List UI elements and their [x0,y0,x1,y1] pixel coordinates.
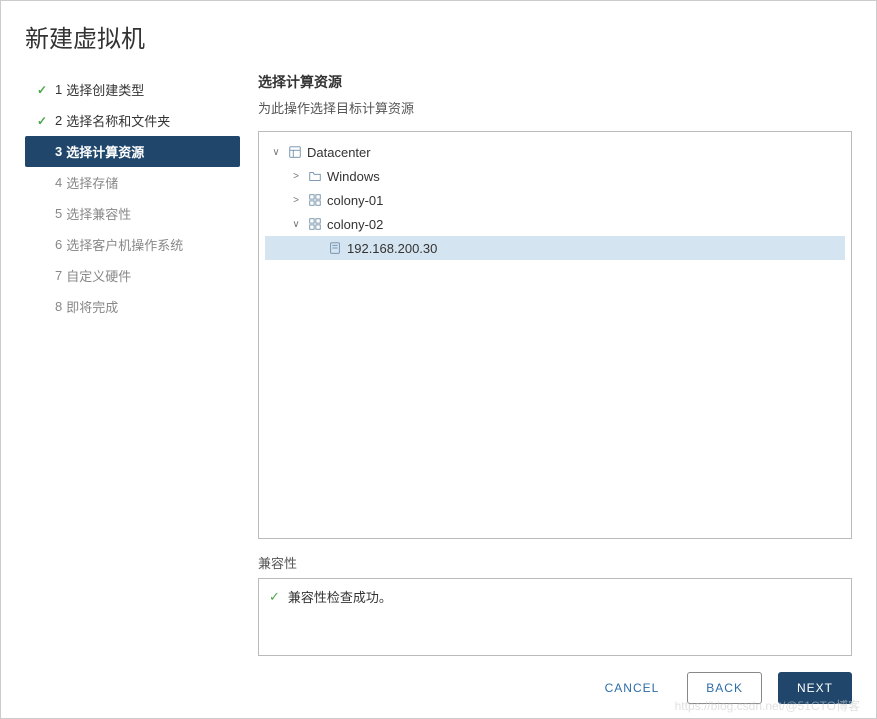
tree-node-host[interactable]: 192.168.200.30 [265,236,845,260]
tree-node-win[interactable]: > Windows [265,164,845,188]
tree-node-dc[interactable]: ∨ Datacenter [265,140,845,164]
wizard-step-1[interactable]: ✓ 1 选择创建类型 [25,74,240,105]
tree-node-label: 192.168.200.30 [347,241,437,256]
step-number: 2 [55,113,62,128]
wizard-step-5: ✓5选择兼容性 [25,198,240,229]
compatibility-result: ✓ 兼容性检查成功。 [269,587,392,606]
chevron-down-icon[interactable]: ∨ [269,147,283,158]
wizard-step-2[interactable]: ✓ 2 选择名称和文件夹 [25,105,240,136]
step-number: 7 [55,268,62,283]
step-label: 选择客户机操作系统 [66,235,183,254]
wizard-step-3[interactable]: ✓3选择计算资源 [25,136,240,167]
compatibility-title: 兼容性 [258,553,852,572]
compatibility-section: 兼容性 ✓ 兼容性检查成功。 [258,553,852,656]
wizard-step-7: ✓7自定义硬件 [25,260,240,291]
step-label: 选择兼容性 [66,204,131,223]
check-icon: ✓ [269,589,280,605]
host-icon [327,240,343,256]
dialog-title: 新建虚拟机 [1,1,876,66]
tree-node-c01[interactable]: > colony-01 [265,188,845,212]
chevron-right-icon[interactable]: > [289,195,303,206]
back-button[interactable]: BACK [687,672,762,704]
tree-node-label: colony-02 [327,217,383,232]
cancel-button[interactable]: CANCEL [593,673,672,703]
step-number: 6 [55,237,62,252]
check-icon: ✓ [35,83,49,97]
wizard-step-6: ✓6选择客户机操作系统 [25,229,240,260]
step-number: 3 [55,144,62,159]
new-vm-dialog: 新建虚拟机 ✓1选择创建类型✓2选择名称和文件夹✓3选择计算资源✓4选择存储✓5… [0,0,877,719]
wizard-step-4: ✓4选择存储 [25,167,240,198]
check-icon: ✓ [35,114,49,128]
dialog-footer: CANCEL BACK NEXT [1,656,876,718]
step-number: 8 [55,299,62,314]
step-label: 自定义硬件 [66,266,131,285]
tree-node-label: Windows [327,169,380,184]
wizard-steps: ✓1选择创建类型✓2选择名称和文件夹✓3选择计算资源✓4选择存储✓5选择兼容性✓… [25,66,240,656]
next-button[interactable]: NEXT [778,672,852,704]
panel-title: 选择计算资源 [258,72,852,92]
step-number: 1 [55,82,62,97]
cluster-icon [307,192,323,208]
folder-icon [307,168,323,184]
step-label: 选择存储 [66,173,118,192]
tree-node-label: Datacenter [307,145,371,160]
cluster-icon [307,216,323,232]
datacenter-icon [287,144,303,160]
step-number: 4 [55,175,62,190]
panel-subtitle: 为此操作选择目标计算资源 [258,98,852,117]
dialog-body: ✓1选择创建类型✓2选择名称和文件夹✓3选择计算资源✓4选择存储✓5选择兼容性✓… [1,66,876,656]
compatibility-message: 兼容性检查成功。 [288,587,392,606]
tree-node-c02[interactable]: ∨ colony-02 [265,212,845,236]
chevron-right-icon[interactable]: > [289,171,303,182]
step-label: 选择创建类型 [66,80,144,99]
step-label: 选择名称和文件夹 [66,111,170,130]
panel: 选择计算资源 为此操作选择目标计算资源 ∨Datacenter>Windows>… [240,66,852,656]
step-label: 选择计算资源 [66,142,144,161]
step-number: 5 [55,206,62,221]
tree-node-label: colony-01 [327,193,383,208]
chevron-down-icon[interactable]: ∨ [289,219,303,230]
wizard-step-8: ✓8即将完成 [25,291,240,322]
resource-tree[interactable]: ∨ Datacenter > Windows > colony-01 ∨ colony-02 1… [258,131,852,539]
compatibility-box: ✓ 兼容性检查成功。 [258,578,852,656]
step-label: 即将完成 [66,297,118,316]
